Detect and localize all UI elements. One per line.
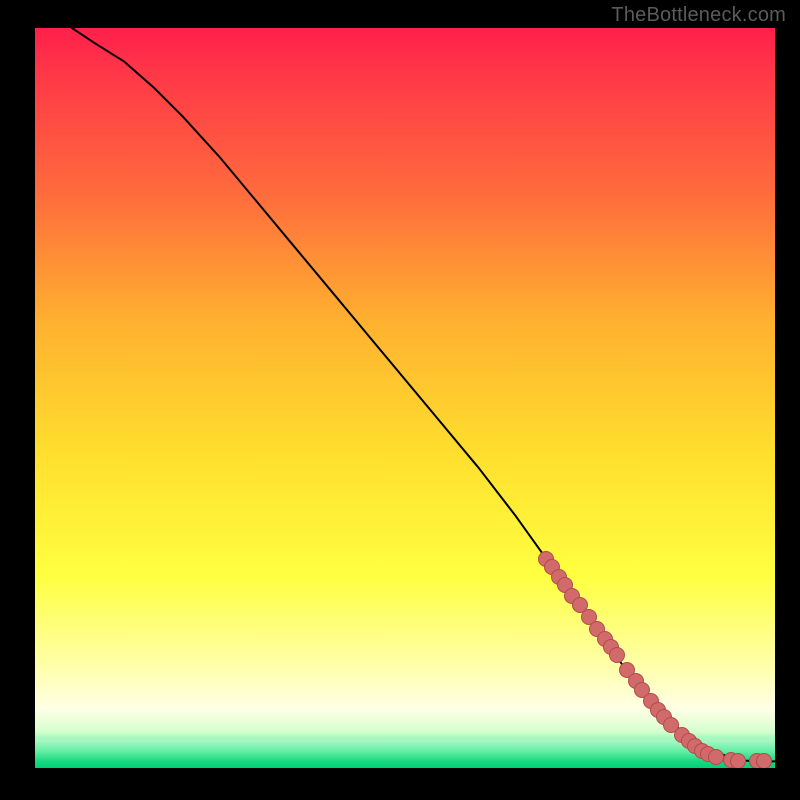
bottleneck-curve bbox=[72, 28, 775, 761]
curve-layer bbox=[35, 28, 775, 768]
plot-area bbox=[35, 28, 775, 768]
curve-marker bbox=[609, 647, 625, 663]
chart-frame: TheBottleneck.com bbox=[0, 0, 800, 800]
curve-marker bbox=[756, 753, 772, 768]
watermark-text: TheBottleneck.com bbox=[611, 4, 786, 27]
curve-marker bbox=[730, 753, 746, 768]
curve-marker bbox=[708, 749, 724, 765]
